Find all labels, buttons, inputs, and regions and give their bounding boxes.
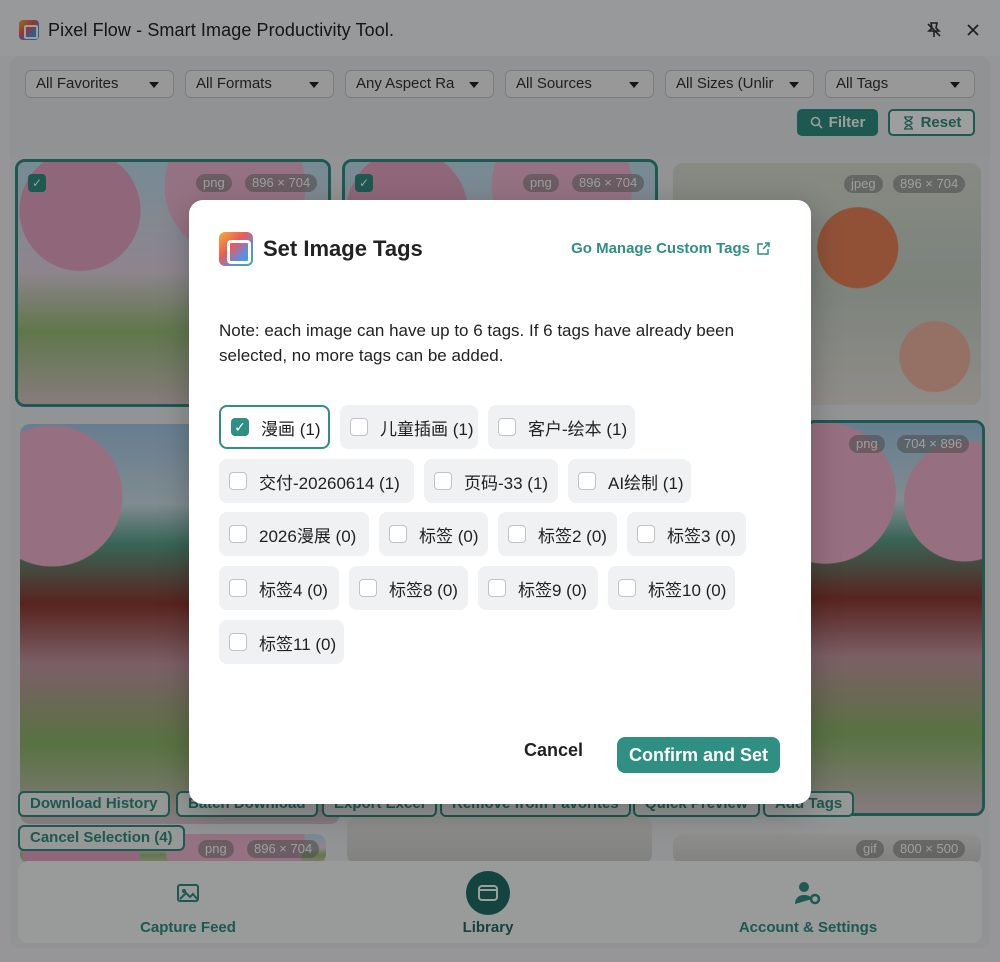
checkbox-icon (434, 472, 452, 490)
tag-option[interactable]: 客户-绘本 (1) (488, 405, 635, 449)
checkbox-icon (488, 579, 506, 597)
checkbox-icon (359, 579, 377, 597)
tag-label: 标签10 (0) (648, 580, 727, 600)
external-link-icon (757, 242, 770, 255)
tag-option[interactable]: 儿童插画 (1) (340, 405, 478, 449)
tag-label: AI绘制 (1) (608, 473, 684, 493)
tag-option[interactable]: 标签11 (0) (219, 620, 344, 664)
app-logo (219, 232, 253, 266)
dialog-title: Set Image Tags (263, 236, 423, 261)
confirm-and-set-button[interactable]: Confirm and Set (617, 737, 780, 773)
cancel-button[interactable]: Cancel (524, 740, 583, 761)
tag-option[interactable]: 标签10 (0) (608, 566, 735, 610)
tag-option[interactable]: 标签4 (0) (219, 566, 339, 610)
checkbox-icon (637, 525, 655, 543)
checkbox-icon (229, 633, 247, 651)
tag-label: 标签 (0) (419, 526, 479, 546)
tag-label: 标签9 (0) (518, 580, 587, 600)
tag-option[interactable]: 标签 (0) (379, 512, 488, 556)
checkbox-icon (350, 418, 368, 436)
tag-option[interactable]: ✓ 漫画 (1) (219, 405, 330, 449)
checkbox-icon (508, 525, 526, 543)
tag-option[interactable]: 页码-33 (1) (424, 459, 558, 503)
tag-label: 标签4 (0) (259, 580, 328, 600)
tag-option[interactable]: 标签9 (0) (478, 566, 598, 610)
checkbox-icon (229, 579, 247, 597)
checkbox-icon (389, 525, 407, 543)
tag-option[interactable]: AI绘制 (1) (568, 459, 691, 503)
manage-custom-tags-label: Go Manage Custom Tags (571, 240, 750, 257)
tag-label: 标签11 (0) (259, 634, 337, 654)
checkbox-icon (578, 472, 596, 490)
checkbox-icon (229, 472, 247, 490)
tag-label: 标签3 (0) (667, 526, 736, 546)
checkbox-checked-icon: ✓ (231, 418, 249, 436)
tag-label: 页码-33 (1) (464, 473, 549, 493)
checkbox-icon (498, 418, 516, 436)
checkbox-icon (229, 525, 247, 543)
tag-option[interactable]: 标签3 (0) (627, 512, 746, 556)
tag-label: 交付-20260614 (1) (259, 473, 400, 493)
tag-label: 儿童插画 (1) (380, 419, 474, 439)
checkbox-icon (618, 579, 636, 597)
manage-custom-tags-link[interactable]: Go Manage Custom Tags (571, 240, 771, 257)
tag-label: 2026漫展 (0) (259, 526, 357, 546)
tag-limit-note: Note: each image can have up to 6 tags. … (219, 321, 735, 365)
tag-label: 标签8 (0) (389, 580, 458, 600)
tag-option[interactable]: 交付-20260614 (1) (219, 459, 414, 503)
tag-option[interactable]: 标签8 (0) (349, 566, 468, 610)
tag-option[interactable]: 2026漫展 (0) (219, 512, 369, 556)
tag-label: 客户-绘本 (1) (528, 419, 628, 439)
tag-label: 标签2 (0) (538, 526, 607, 546)
tag-option[interactable]: 标签2 (0) (498, 512, 617, 556)
set-image-tags-dialog: Set Image Tags Go Manage Custom Tags Not… (189, 200, 811, 804)
tag-label: 漫画 (1) (261, 419, 321, 439)
